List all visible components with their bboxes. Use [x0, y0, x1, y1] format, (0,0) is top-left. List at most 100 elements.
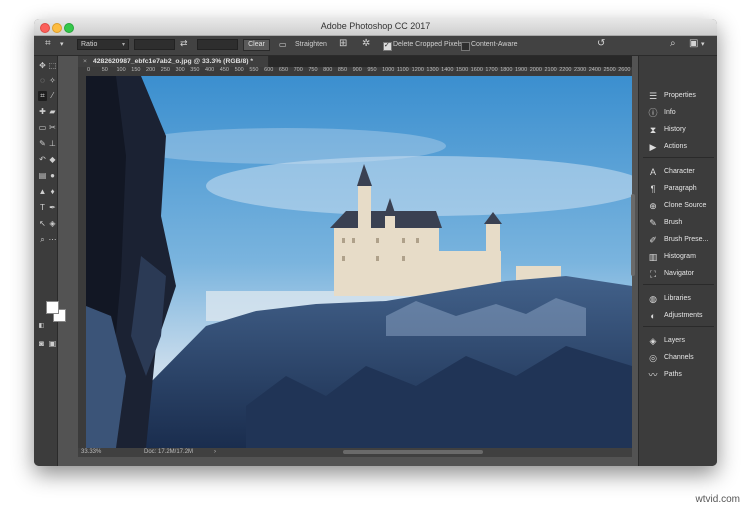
- ruler-tick-label: 1300: [426, 67, 439, 73]
- pen-tool-icon[interactable]: ▲: [38, 187, 47, 197]
- delete-cropped-label[interactable]: Delete Cropped Pixels: [393, 41, 463, 48]
- gradient-tool-icon[interactable]: ▤: [38, 171, 47, 181]
- type-tool-icon[interactable]: T: [38, 203, 47, 213]
- ruler-tick-label: 1700: [485, 67, 498, 73]
- character-icon: A: [649, 167, 656, 177]
- ruler-tick-label: 850: [337, 67, 348, 73]
- clone-source-icon: ⊕: [649, 201, 657, 211]
- patch-tool-icon[interactable]: ▰: [48, 107, 57, 117]
- path-selection-tool-icon[interactable]: ↖: [38, 219, 47, 229]
- crop-tool-icon[interactable]: ⌗: [45, 38, 51, 49]
- panel-item-label: Character: [664, 168, 695, 175]
- quick-mask-icon[interactable]: ◙: [37, 339, 46, 349]
- marquee-tool-icon[interactable]: ⬚: [48, 61, 57, 71]
- freeform-pen-icon[interactable]: ✒: [48, 203, 57, 213]
- chevron-down-icon[interactable]: ▾: [60, 40, 64, 48]
- tools-panel: ✥ ⬚ ◌ ✧ ⌗ ⁄ ✚ ▰ ▭ ✂ ✎ ⊥ ↶ ◆ ▤ ● ▲ ♦ T ✒ …: [34, 56, 66, 466]
- healing-brush-tool-icon[interactable]: ✚: [38, 107, 47, 117]
- brush-tool-icon[interactable]: ✎: [38, 139, 47, 149]
- panel-item-label: Channels: [664, 354, 694, 361]
- frame-tool-icon[interactable]: ▭: [38, 123, 47, 133]
- shape-tool-icon[interactable]: ◈: [48, 219, 57, 229]
- magic-wand-tool-icon[interactable]: ✧: [48, 76, 57, 86]
- panel-item-info[interactable]: ⓘ Info: [639, 106, 717, 120]
- dodge-tool-icon[interactable]: ♦: [48, 187, 57, 197]
- panel-item-brush-presets[interactable]: ✐ Brush Prese...: [639, 233, 717, 247]
- panel-item-layers[interactable]: ◈ Layers: [639, 334, 717, 348]
- search-icon[interactable]: ⌕: [670, 38, 676, 49]
- more-tools-icon[interactable]: ⋯: [48, 235, 57, 245]
- eyedropper-tool-icon[interactable]: ⁄: [48, 91, 57, 101]
- clone-stamp-tool-icon[interactable]: ⊥: [48, 139, 57, 149]
- ruler-tick-label: 2500: [603, 67, 616, 73]
- panel-item-actions[interactable]: ▶ Actions: [639, 140, 717, 154]
- ratio-select-value: Ratio: [81, 41, 98, 48]
- ruler-tick-label: 650: [278, 67, 289, 73]
- brush-presets-icon: ✐: [649, 235, 657, 245]
- history-brush-tool-icon[interactable]: ↶: [38, 155, 47, 165]
- close-tab-icon[interactable]: ×: [83, 56, 87, 67]
- swap-dimensions-icon[interactable]: ⇄: [180, 38, 188, 49]
- width-input[interactable]: [134, 39, 175, 50]
- zoom-level[interactable]: 33.33%: [81, 448, 101, 457]
- lasso-tool-icon[interactable]: ◌: [38, 76, 47, 86]
- straighten-label[interactable]: Straighten: [295, 41, 327, 48]
- options-bar: ⌗ ▾ Ratio ▾ ⇄ Clear ▭ Straighten ⊞ ✲ Del…: [34, 36, 717, 56]
- navigator-icon: ⛶: [649, 269, 657, 279]
- panel-item-libraries[interactable]: ◍ Libraries: [639, 292, 717, 306]
- content-aware-label[interactable]: Content-Aware: [471, 41, 518, 48]
- gear-icon[interactable]: ✲: [362, 38, 370, 49]
- eraser-tool-icon[interactable]: ◆: [48, 155, 57, 165]
- libraries-icon: ◍: [649, 294, 657, 304]
- crop-tool-icon[interactable]: ⌗: [38, 91, 47, 101]
- zoom-tool-icon[interactable]: ⌕: [38, 235, 47, 245]
- overlay-grid-icon[interactable]: ⊞: [339, 38, 347, 49]
- properties-icon: ☰: [648, 91, 658, 101]
- panel-item-navigator[interactable]: ⛶ Navigator: [639, 267, 717, 281]
- image-canvas[interactable]: [86, 76, 632, 448]
- ruler-tick-label: 500: [234, 67, 244, 73]
- blur-tool-icon[interactable]: ●: [48, 171, 57, 181]
- chevron-right-icon[interactable]: ›: [214, 448, 216, 457]
- panel-item-paths[interactable]: 〰 Paths: [639, 368, 717, 382]
- panel-item-label: Adjustments: [664, 312, 703, 319]
- adjustments-icon: ◐: [650, 311, 656, 321]
- ruler-tick-label: 2200: [559, 67, 572, 73]
- ruler-tick-label: 0: [87, 67, 91, 73]
- foreground-color-swatch[interactable]: [46, 301, 59, 314]
- panel-item-label: Info: [664, 109, 676, 116]
- ruler-tick-label: 400: [205, 67, 215, 73]
- height-input[interactable]: [197, 39, 238, 50]
- info-icon: ⓘ: [648, 108, 658, 118]
- clear-button[interactable]: Clear: [243, 39, 270, 51]
- content-aware-move-icon[interactable]: ✂: [48, 123, 57, 133]
- panel-item-paragraph[interactable]: ¶ Paragraph: [639, 182, 717, 196]
- document-tab[interactable]: × 4282620987_ebfc1e7ab2_o.jpg @ 33.3% (R…: [78, 56, 269, 67]
- panel-item-history[interactable]: ⧗ History: [639, 123, 717, 137]
- panel-item-label: Paths: [664, 371, 682, 378]
- default-colors-icon[interactable]: ◧: [37, 321, 46, 331]
- vertical-scrollbar[interactable]: [631, 194, 635, 276]
- screen-mode-icon[interactable]: ▣: [48, 339, 57, 349]
- delete-cropped-checkbox[interactable]: [383, 41, 392, 51]
- panel-item-label: Layers: [664, 337, 686, 344]
- ruler-tick-label: 550: [249, 67, 259, 73]
- move-tool-icon[interactable]: ✥: [38, 61, 47, 71]
- panel-item-brush[interactable]: ✎ Brush: [639, 216, 717, 230]
- ratio-select[interactable]: Ratio ▾: [77, 39, 129, 50]
- chevron-down-icon[interactable]: ▾: [701, 40, 705, 48]
- workspace-icon[interactable]: ▣: [689, 38, 698, 49]
- panel-item-properties[interactable]: ☰ Properties: [639, 89, 717, 103]
- reset-icon[interactable]: ↺: [597, 38, 605, 49]
- panel-item-clone-source[interactable]: ⊕ Clone Source: [639, 199, 717, 213]
- panel-item-channels[interactable]: ◎ Channels: [639, 351, 717, 365]
- panel-item-character[interactable]: A Character: [639, 165, 717, 179]
- straighten-icon[interactable]: ▭: [279, 40, 287, 49]
- ruler-tick-label: 2100: [544, 67, 557, 73]
- content-aware-checkbox[interactable]: [461, 42, 470, 51]
- panel-item-histogram[interactable]: ▥ Histogram: [639, 250, 717, 264]
- horizontal-scrollbar[interactable]: [343, 450, 483, 454]
- panel-item-adjustments[interactable]: ◐ Adjustments: [639, 309, 717, 323]
- ruler-tick-label: 900: [352, 67, 362, 73]
- doc-size: Doc: 17.2M/17.2M: [144, 449, 194, 455]
